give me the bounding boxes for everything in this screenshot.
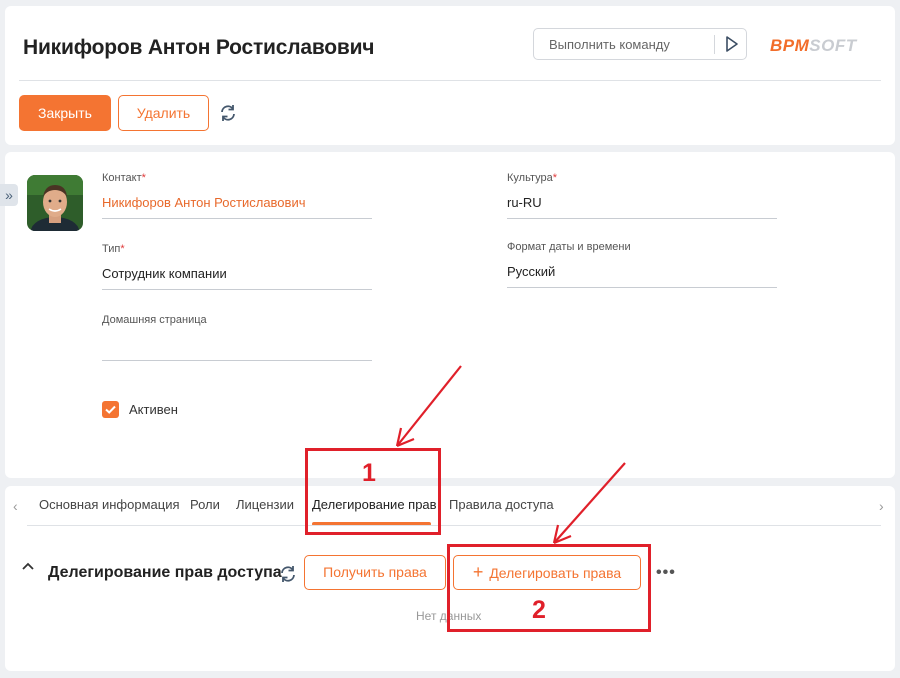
annotation-arrows: [395, 365, 626, 545]
